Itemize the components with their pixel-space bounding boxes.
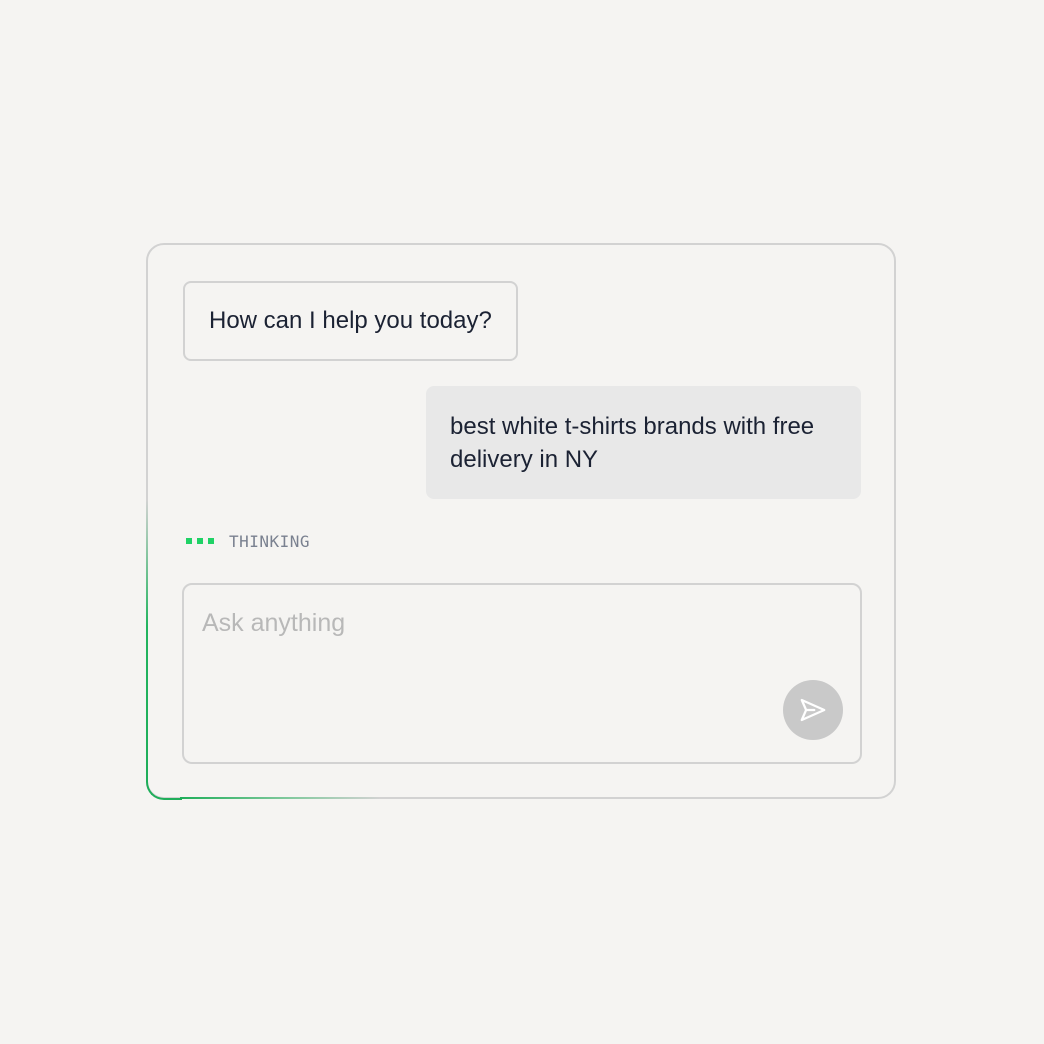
thinking-dot (186, 538, 192, 544)
user-message-text: best white t-shirts brands with free del… (450, 413, 815, 473)
progress-accent-left (146, 500, 148, 782)
thinking-dot (208, 538, 214, 544)
thinking-dot (197, 538, 203, 544)
assistant-message-text: How can I help you today? (209, 307, 492, 334)
progress-accent-bottom (180, 797, 380, 799)
send-button[interactable] (783, 680, 843, 740)
message-input[interactable] (202, 603, 762, 643)
user-message: best white t-shirts brands with free del… (426, 386, 861, 499)
send-icon (800, 698, 826, 722)
thinking-dots-icon (186, 538, 214, 544)
assistant-message: How can I help you today? (183, 281, 518, 361)
thinking-label: THINKING (229, 531, 311, 551)
thinking-indicator: THINKING (186, 530, 310, 552)
progress-accent-corner (146, 764, 182, 800)
composer[interactable] (182, 583, 862, 764)
